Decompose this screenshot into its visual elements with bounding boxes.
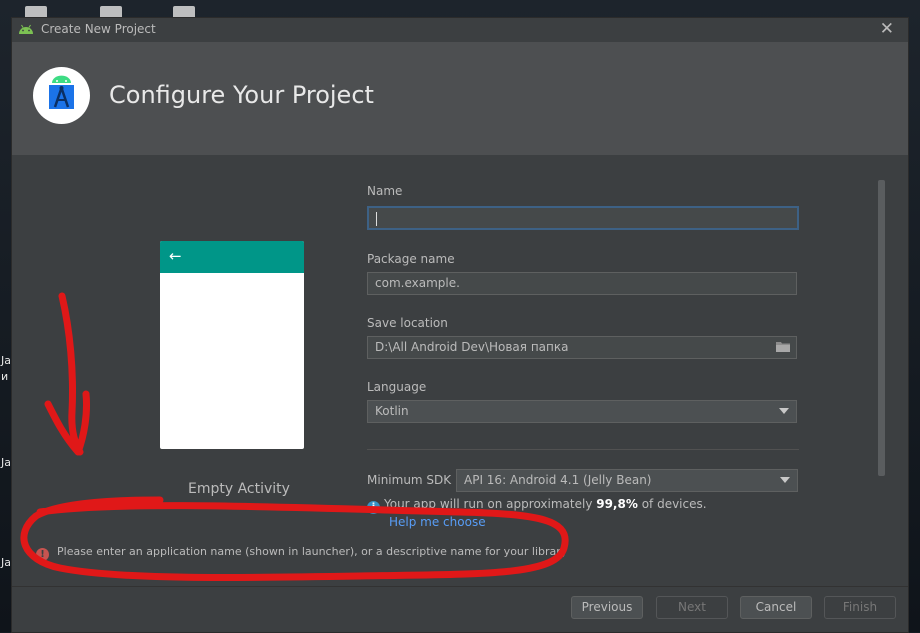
name-input[interactable]	[367, 206, 799, 230]
wizard-body: ← Empty Activity Name Package name com.e…	[12, 155, 908, 632]
chevron-down-icon	[780, 477, 790, 483]
package-name-label: Package name	[367, 252, 455, 266]
activity-preview: ←	[160, 241, 304, 449]
finish-button[interactable]: Finish	[824, 596, 896, 619]
minimum-sdk-label: Minimum SDK	[367, 473, 452, 487]
package-name-value: com.example.	[375, 276, 460, 290]
validation-error: ! Please enter an application name (shown…	[36, 545, 567, 561]
coverage-percent: 99,8%	[596, 497, 638, 511]
divider	[367, 449, 799, 450]
save-location-input[interactable]: D:\All Android Dev\Новая папка	[367, 336, 797, 359]
language-label: Language	[367, 380, 427, 394]
minimum-sdk-select[interactable]: API 16: Android 4.1 (Jelly Bean)	[456, 469, 798, 492]
language-select[interactable]: Kotlin	[367, 400, 797, 423]
save-location-value: D:\All Android Dev\Новая папка	[375, 340, 569, 354]
activity-name-label: Empty Activity	[188, 481, 290, 497]
preview-app-bar: ←	[160, 241, 304, 273]
previous-button[interactable]: Previous	[571, 596, 643, 619]
back-arrow-icon: ←	[169, 247, 182, 265]
page-title: Configure Your Project	[109, 81, 374, 109]
chevron-down-icon	[779, 408, 789, 414]
coverage-suffix: of devices.	[637, 497, 707, 511]
sdk-coverage-info: i Your app will run on approximately 99,8…	[367, 497, 707, 514]
folder-icon[interactable]	[776, 341, 790, 352]
save-location-label: Save location	[367, 316, 448, 330]
wizard-footer: Previous Next Cancel Finish	[12, 586, 908, 633]
language-value: Kotlin	[375, 404, 409, 418]
minimum-sdk-value: API 16: Android 4.1 (Jelly Bean)	[464, 473, 652, 487]
info-icon: i	[367, 501, 380, 514]
desktop-icon-label: Ja	[1, 354, 11, 367]
desktop-icon-label: Ja	[1, 556, 11, 569]
desktop-icon-label: Ja	[1, 456, 11, 469]
wizard-header: Configure Your Project	[12, 42, 908, 155]
error-message: Please enter an application name (shown …	[57, 545, 568, 558]
cancel-button[interactable]: Cancel	[740, 596, 812, 619]
text-caret	[376, 211, 377, 226]
vertical-scrollbar[interactable]	[878, 180, 885, 476]
error-icon: !	[36, 548, 49, 561]
title-bar[interactable]: Create New Project ✕	[12, 18, 908, 42]
next-button[interactable]: Next	[656, 596, 728, 619]
window-title: Create New Project	[41, 22, 156, 36]
android-icon	[19, 24, 33, 34]
name-label: Name	[367, 184, 403, 198]
package-name-input[interactable]: com.example.	[367, 272, 797, 295]
android-studio-icon	[33, 67, 90, 124]
desktop-icon-label: и	[1, 370, 9, 383]
coverage-prefix: Your app will run on approximately	[384, 497, 597, 511]
help-me-choose-link[interactable]: Help me choose	[389, 515, 486, 529]
create-project-dialog: Create New Project ✕ Configure Your Proj…	[12, 18, 908, 632]
close-icon[interactable]: ✕	[880, 19, 894, 39]
